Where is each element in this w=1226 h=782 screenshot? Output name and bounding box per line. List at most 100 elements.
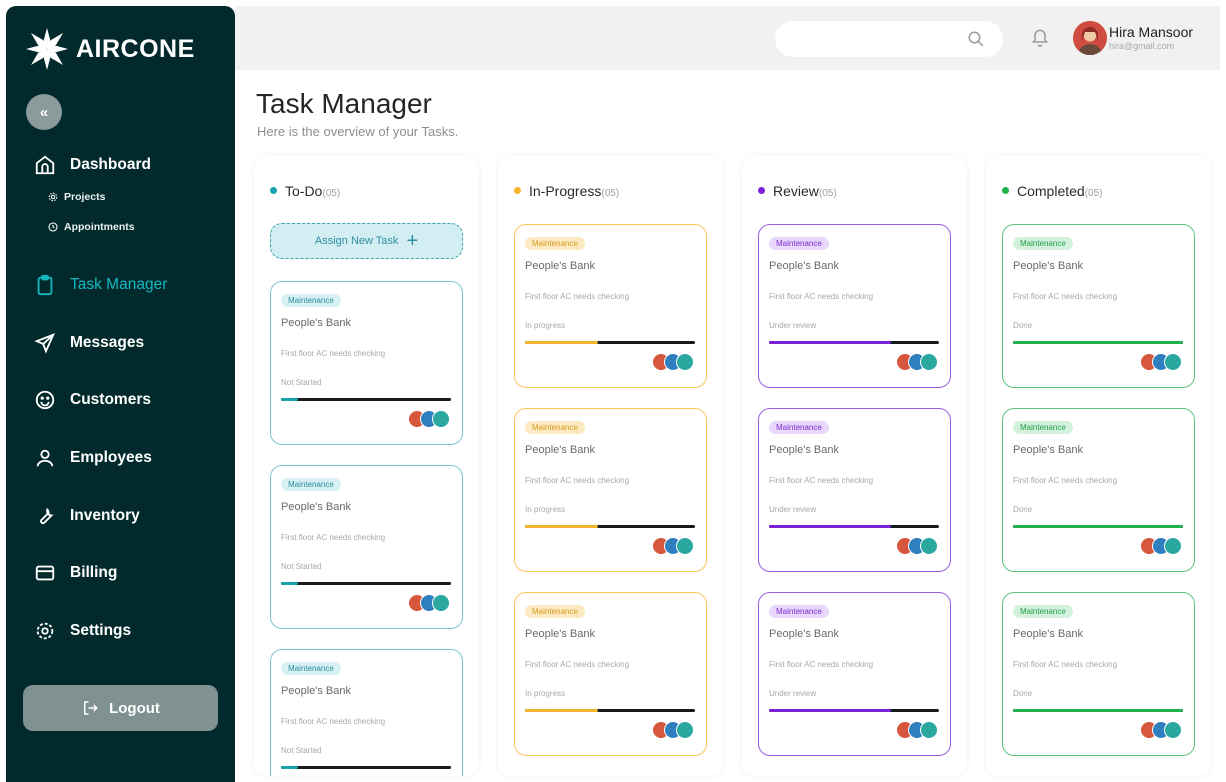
search-icon[interactable]: [967, 30, 985, 48]
clipboard-icon: [37, 274, 53, 296]
column-completed: Completed (05) Maintenance People's Bank Fir…: [986, 156, 1211, 776]
progress-fill: [525, 709, 599, 712]
category-tag: Maintenance: [1013, 421, 1073, 434]
task-card[interactable]: Maintenance People's Bank First floor AC n…: [514, 224, 707, 388]
task-card[interactable]: Maintenance People's Bank First floor AC n…: [758, 592, 951, 756]
avatar: [1164, 721, 1182, 739]
brand-logo[interactable]: AIRCONE: [24, 26, 195, 72]
page-subtitle: Here is the overview of your Tasks.: [257, 124, 459, 139]
status-dot: [514, 187, 521, 194]
sidebar-item-label: Customers: [70, 391, 151, 408]
card-title: People's Bank: [525, 628, 595, 640]
assignee-avatars[interactable]: [408, 410, 450, 428]
task-card[interactable]: Maintenance People's Bank First floor AC n…: [270, 649, 463, 776]
column-review: Review (05) Maintenance People's Bank First …: [742, 156, 967, 776]
card-status: Done: [1013, 321, 1033, 330]
sidebar-collapse-button[interactable]: «: [26, 94, 62, 130]
assignee-avatars[interactable]: [896, 353, 938, 371]
sidebar-item-label: Billing: [70, 564, 118, 581]
task-card[interactable]: Maintenance People's Bank First floor AC n…: [1002, 408, 1195, 572]
task-card[interactable]: Maintenance People's Bank First floor AC n…: [514, 408, 707, 572]
sidebar-item-inventory[interactable]: Inventory: [34, 505, 140, 527]
task-card[interactable]: Maintenance People's Bank First floor AC n…: [270, 281, 463, 445]
column-count: (05): [322, 188, 341, 199]
category-tag: Maintenance: [769, 421, 829, 434]
gear-small-icon: [48, 192, 58, 202]
assignee-avatars[interactable]: [652, 537, 694, 555]
assignee-avatars[interactable]: [652, 353, 694, 371]
progress-bar: [769, 525, 939, 528]
status-dot: [270, 187, 277, 194]
assignee-avatars[interactable]: [1140, 537, 1182, 555]
sidebar-subitem-label: Projects: [64, 191, 106, 203]
user-avatar[interactable]: [1073, 21, 1107, 55]
progress-fill: [1013, 341, 1183, 344]
progress-fill: [281, 398, 298, 401]
avatar: [920, 721, 938, 739]
card-title: People's Bank: [769, 260, 839, 272]
user-email: hira@gmail.com: [1109, 41, 1175, 51]
sidebar-item-label: Employees: [70, 449, 152, 466]
card-description: First floor AC needs checking: [525, 476, 630, 485]
card-description: First floor AC needs checking: [769, 660, 874, 669]
sidebar-item-employees[interactable]: Employees: [34, 447, 152, 469]
task-card[interactable]: Maintenance People's Bank First floor AC n…: [758, 224, 951, 388]
column-header: In-Progress (05): [514, 183, 619, 199]
sidebar-item-dashboard[interactable]: Dashboard: [34, 154, 151, 176]
column-header: To-Do (05): [270, 183, 340, 199]
status-dot: [758, 187, 765, 194]
task-card[interactable]: Maintenance People's Bank First floor AC n…: [1002, 224, 1195, 388]
card-description: First floor AC needs checking: [281, 717, 386, 726]
card-description: First floor AC needs checking: [1013, 476, 1118, 485]
task-card[interactable]: Maintenance People's Bank First floor AC n…: [514, 592, 707, 756]
sidebar-item-messages[interactable]: Messages: [34, 332, 144, 354]
sidebar-item-task-manager[interactable]: Task Manager: [34, 274, 167, 296]
progress-bar: [525, 525, 695, 528]
assignee-avatars[interactable]: [652, 721, 694, 739]
logout-button[interactable]: Logout: [23, 685, 218, 731]
sidebar-subitem-projects[interactable]: Projects: [48, 191, 105, 203]
card-title: People's Bank: [525, 260, 595, 272]
progress-fill: [281, 582, 298, 585]
assignee-avatars[interactable]: [896, 721, 938, 739]
task-card[interactable]: Maintenance People's Bank First floor AC n…: [270, 465, 463, 629]
assignee-avatars[interactable]: [1140, 353, 1182, 371]
column-title: Completed: [1017, 183, 1085, 199]
card-status: In progress: [525, 689, 566, 698]
bell-icon[interactable]: [1030, 26, 1050, 48]
progress-fill: [525, 525, 599, 528]
card-title: People's Bank: [769, 444, 839, 456]
card-title: People's Bank: [1013, 628, 1083, 640]
assignee-avatars[interactable]: [1140, 721, 1182, 739]
sidebar-subitem-label: Appointments: [64, 221, 135, 233]
category-tag: Maintenance: [525, 605, 585, 618]
avatar: [432, 410, 450, 428]
assign-new-task-button[interactable]: Assign New Task +: [270, 223, 463, 259]
card-status: Under review: [769, 689, 817, 698]
progress-bar: [769, 709, 939, 712]
column-count: (05): [601, 188, 620, 199]
column-count: (05): [1084, 188, 1103, 199]
task-card[interactable]: Maintenance People's Bank First floor AC n…: [758, 408, 951, 572]
sidebar-subitem-appointments[interactable]: Appointments: [48, 221, 135, 233]
column-title: Review: [773, 183, 819, 199]
search-input[interactable]: [775, 21, 1003, 57]
plus-icon: +: [406, 230, 419, 252]
progress-bar: [1013, 341, 1183, 344]
task-card[interactable]: Maintenance People's Bank First floor AC n…: [1002, 592, 1195, 756]
page-title: Task Manager: [256, 88, 432, 119]
assignee-avatars[interactable]: [408, 594, 450, 612]
progress-fill: [769, 341, 892, 344]
column-title: In-Progress: [529, 183, 602, 199]
user-icon: [36, 449, 54, 467]
category-tag: Maintenance: [769, 237, 829, 250]
sidebar-item-customers[interactable]: Customers: [34, 389, 151, 411]
progress-fill: [281, 766, 298, 769]
user-name: Hira Mansoor: [1109, 24, 1194, 40]
category-tag: Maintenance: [1013, 605, 1073, 618]
card-icon: [35, 565, 55, 581]
card-description: First floor AC needs checking: [769, 292, 874, 301]
sidebar-item-settings[interactable]: Settings: [34, 620, 131, 642]
sidebar-item-billing[interactable]: Billing: [34, 562, 117, 584]
assignee-avatars[interactable]: [896, 537, 938, 555]
